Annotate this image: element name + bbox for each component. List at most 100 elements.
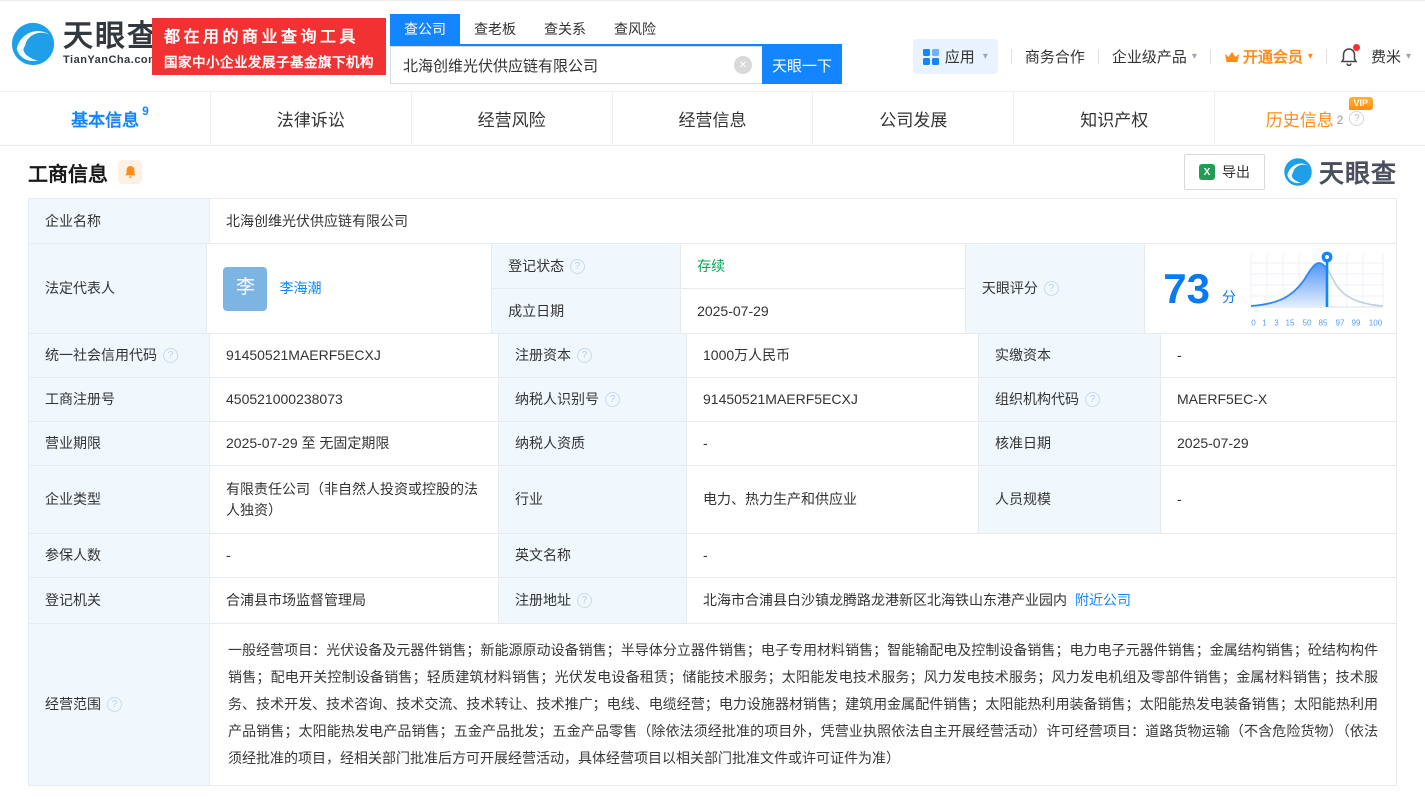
search-tab-risk[interactable]: 查风险 (600, 14, 670, 44)
chevron-down-icon: ▾ (983, 51, 988, 62)
vip-badge: VIP (1349, 97, 1374, 110)
table-row: 登记机关 合浦县市场监督管理局 注册地址 ? 北海市合浦县白沙镇龙腾路龙港新区北… (29, 577, 1396, 623)
business-term-value: 2025-07-29 至 无固定期限 (209, 422, 498, 465)
crown-icon (1224, 50, 1240, 64)
score-distribution-chart[interactable]: 0 1 3 15 50 85 97 99 100 (1248, 249, 1386, 328)
company-type-value: 有限责任公司（非自然人投资或控股的法人独资） (209, 466, 498, 533)
axis-tick: 3 (1274, 319, 1279, 328)
help-icon[interactable]: ? (1349, 111, 1364, 126)
table-row: 经营范围 ? 一般经营项目：光伏设备及元器件销售；新能源原动设备销售；半导体分立… (29, 623, 1396, 785)
search-tab-relation[interactable]: 查关系 (530, 14, 600, 44)
table-row: 法定代表人 李 李海潮 登记状态 ? 存续 成立日期 202 (29, 243, 1396, 333)
chevron-down-icon: ▾ (1192, 51, 1197, 62)
watermark-text: 天眼查 (1319, 154, 1397, 190)
avatar[interactable]: 李 (223, 267, 267, 311)
score-unit: 分 (1222, 287, 1236, 307)
establish-date-row: 成立日期 2025-07-29 (492, 288, 965, 333)
help-icon[interactable]: ? (1085, 392, 1100, 407)
tab-operating-info[interactable]: 经营信息 (612, 92, 813, 145)
score-number: 73 (1163, 268, 1210, 310)
clear-search-icon[interactable]: ✕ (734, 56, 752, 74)
reg-status-label: 登记状态 ? (492, 244, 680, 288)
table-row: 营业期限 2025-07-29 至 无固定期限 纳税人资质 - 核准日期 202… (29, 421, 1396, 465)
table-row: 工商注册号 450521000238073 纳税人识别号 ? 91450521M… (29, 377, 1396, 421)
nav-open-vip[interactable]: 开通会员 ▾ (1224, 46, 1313, 67)
export-button[interactable]: X 导出 (1184, 154, 1265, 190)
tab-intellectual-property[interactable]: 知识产权 (1013, 92, 1214, 145)
axis-tick: 97 (1335, 319, 1344, 328)
slogan-line2: 国家中小企业发展子基金旗下机构 (164, 51, 374, 71)
help-icon[interactable]: ? (605, 392, 620, 407)
credit-code-label-text: 统一社会信用代码 (45, 345, 157, 366)
company-detail-tabs: 基本信息 9 法律诉讼 经营风险 经营信息 公司发展 知识产权 VIP 历史信息… (0, 91, 1425, 146)
paid-capital-value: - (1160, 334, 1396, 377)
industry-label: 行业 (498, 466, 686, 533)
search-button[interactable]: 天眼一下 (762, 46, 842, 84)
notification-bell-icon[interactable] (1340, 47, 1358, 67)
table-row: 企业名称 北海创维光伏供应链有限公司 (29, 199, 1396, 243)
apps-label: 应用 (945, 46, 975, 67)
help-icon[interactable]: ? (1044, 281, 1059, 296)
help-icon[interactable]: ? (577, 348, 592, 363)
help-icon[interactable]: ? (163, 348, 178, 363)
apps-grid-icon (923, 49, 939, 65)
nav-divider (1098, 49, 1099, 64)
chevron-down-icon: ▾ (1308, 51, 1313, 62)
nav-enterprise-products[interactable]: 企业级产品 ▾ (1112, 46, 1197, 67)
staff-size-value: - (1160, 466, 1396, 533)
reg-address-label: 注册地址 ? (498, 578, 686, 623)
reg-capital-label: 注册资本 ? (498, 334, 686, 377)
approval-date-label: 核准日期 (978, 422, 1160, 465)
reg-number-value: 450521000238073 (209, 378, 498, 421)
section-header-right: X 导出 天眼查 (1184, 154, 1397, 190)
tab-basic-info-label: 基本信息 (71, 106, 139, 131)
tab-operating-label: 经营信息 (679, 106, 747, 131)
search-tabs: 查公司 查老板 查关系 查风险 (390, 14, 842, 46)
help-icon[interactable]: ? (577, 593, 592, 608)
tab-basic-info[interactable]: 基本信息 9 (10, 92, 210, 145)
business-scope-label-text: 经营范围 (45, 694, 101, 715)
subscribe-bell-icon[interactable] (118, 160, 142, 184)
search-box: ✕ (390, 46, 762, 84)
apps-menu-button[interactable]: 应用 ▾ (913, 39, 998, 74)
tab-legal-proceedings[interactable]: 法律诉讼 (210, 92, 411, 145)
search-tab-boss[interactable]: 查老板 (460, 14, 530, 44)
establish-date-label: 成立日期 (492, 289, 680, 333)
section-header: 工商信息 X 导出 天眼查 (28, 146, 1397, 198)
site-logo[interactable]: 天眼查 TianYanCha.com (10, 21, 159, 67)
axis-tick: 100 (1369, 319, 1383, 328)
reg-status-value: 存续 (680, 244, 965, 288)
tianyancha-company-page: 天眼查 TianYanCha.com 都在用的商业查询工具 国家中小企业发展子基… (0, 0, 1425, 799)
nav-user-menu[interactable]: 费米 ▾ (1371, 46, 1411, 67)
reg-capital-label-text: 注册资本 (515, 345, 571, 366)
main-content: 工商信息 X 导出 天眼查 (0, 146, 1425, 786)
nav-business-cooperation[interactable]: 商务合作 (1025, 46, 1085, 67)
org-code-value: MAERF5EC-X (1160, 378, 1396, 421)
taxpayer-id-value: 91450521MAERF5ECXJ (686, 378, 978, 421)
help-icon[interactable]: ? (107, 697, 122, 712)
tab-ip-label: 知识产权 (1080, 106, 1148, 131)
reg-status-row: 登记状态 ? 存续 (492, 244, 965, 288)
reg-number-label: 工商注册号 (29, 378, 209, 421)
tab-company-development[interactable]: 公司发展 (812, 92, 1013, 145)
search-input[interactable] (403, 57, 734, 74)
tab-history-info[interactable]: VIP 历史信息 2 ? (1214, 92, 1415, 145)
tab-business-risk[interactable]: 经营风险 (411, 92, 612, 145)
reg-authority-value: 合浦县市场监督管理局 (209, 578, 498, 623)
score-label-text: 天眼评分 (982, 278, 1038, 299)
axis-tick: 0 (1251, 319, 1256, 328)
org-code-label: 组织机构代码 ? (978, 378, 1160, 421)
tab-legal-label: 法律诉讼 (277, 106, 345, 131)
legal-rep-link[interactable]: 李海潮 (279, 278, 321, 299)
search-tab-company[interactable]: 查公司 (390, 14, 460, 44)
logo-text: 天眼查 (63, 22, 159, 52)
company-name-label: 企业名称 (29, 199, 209, 243)
score-value: 73 分 (1144, 244, 1396, 333)
export-label: 导出 (1222, 162, 1250, 182)
business-info-table: 企业名称 北海创维光伏供应链有限公司 法定代表人 李 李海潮 登记状态 ? (28, 198, 1397, 786)
nearby-companies-link[interactable]: 附近公司 (1075, 590, 1131, 611)
credit-code-label: 统一社会信用代码 ? (29, 334, 209, 377)
axis-tick: 15 (1286, 319, 1295, 328)
logo-domain: TianYanCha.com (63, 54, 159, 66)
help-icon[interactable]: ? (570, 259, 585, 274)
